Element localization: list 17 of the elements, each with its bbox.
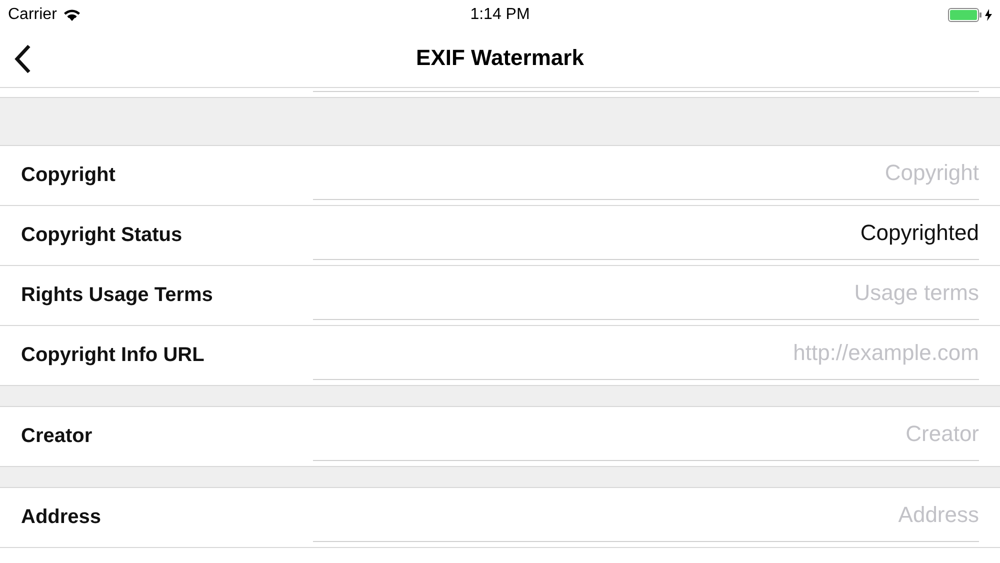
battery-icon (948, 8, 982, 22)
input-field[interactable]: Copyright (313, 146, 979, 200)
carrier-name: Carrier (8, 6, 57, 24)
input-field[interactable]: Copyrighted (313, 206, 979, 260)
status-time: 1:14 PM (470, 6, 530, 24)
field-label: Address (21, 506, 102, 529)
field-label: Copyright Status (21, 224, 184, 247)
screen-title: EXIF Watermark (416, 45, 584, 71)
field-label: Copyright (21, 164, 116, 187)
input-field[interactable]: http://example.com (313, 326, 979, 380)
wifi-icon (62, 8, 81, 21)
input-field[interactable]: Address (313, 488, 979, 542)
field-label: Creator (21, 425, 94, 448)
input-field[interactable]: Usage terms (313, 266, 979, 320)
input-field[interactable]: Creator (313, 407, 979, 461)
field-label: Rights Usage Terms (21, 284, 214, 307)
field-label: Copyright Info URL (21, 344, 206, 367)
